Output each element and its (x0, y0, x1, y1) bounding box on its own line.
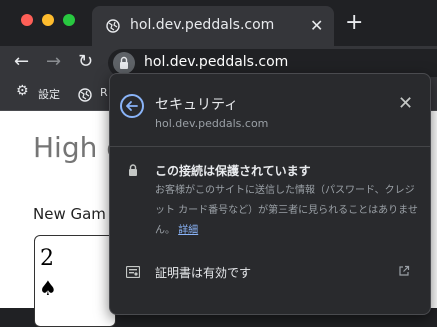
page-subheading: New Gam (33, 205, 106, 223)
close-window-button[interactable] (21, 14, 33, 26)
certificate-label: 証明書は有効です (155, 266, 252, 280)
forward-button[interactable]: → (46, 51, 61, 73)
popup-domain: hol.dev.peddals.com (155, 117, 269, 130)
details-link[interactable]: 詳細 (178, 225, 198, 236)
fullscreen-window-button[interactable] (63, 14, 75, 26)
arrow-left-icon (126, 101, 138, 111)
external-link-icon (399, 265, 410, 276)
close-tab-icon[interactable]: ✕ (310, 16, 323, 35)
minimize-window-button[interactable] (42, 14, 54, 26)
reload-button[interactable]: ↻ (78, 51, 93, 73)
spade-icon: ♠ (39, 276, 57, 300)
lock-icon (120, 56, 128, 69)
site-info-button[interactable] (113, 52, 135, 74)
popup-title: セキュリティ (155, 97, 239, 113)
bookmark-label: 設定 (38, 88, 60, 101)
connection-status: この接続は保護されています (155, 164, 311, 178)
site-security-popup: セキュリティ hol.dev.peddals.com ✕ この接続は保護されてい… (109, 73, 431, 315)
close-icon[interactable]: ✕ (398, 93, 413, 115)
new-tab-button[interactable]: + (345, 12, 363, 34)
globe-icon (106, 19, 120, 33)
playing-card[interactable]: 2 ♠ (34, 235, 116, 327)
browser-tab[interactable]: hol.dev.peddals.com ✕ (92, 6, 334, 46)
gear-icon: ⚙ (16, 83, 29, 99)
back-button[interactable]: ← (14, 51, 29, 73)
url-text[interactable]: hol.dev.peddals.com (144, 54, 288, 70)
title-bar: hol.dev.peddals.com ✕ + (0, 0, 437, 46)
card-rank: 2 (40, 246, 54, 271)
globe-icon (78, 88, 92, 102)
certificate-icon (126, 266, 140, 278)
divider (110, 146, 430, 147)
lock-icon (129, 164, 137, 176)
bookmark-label: R (100, 86, 108, 99)
security-description: お客様がこのサイトに送信した情報（パスワード、クレジット カード番号など）が第三… (155, 181, 420, 241)
popup-back-button[interactable] (120, 94, 144, 118)
tab-title: hol.dev.peddals.com (130, 17, 275, 33)
